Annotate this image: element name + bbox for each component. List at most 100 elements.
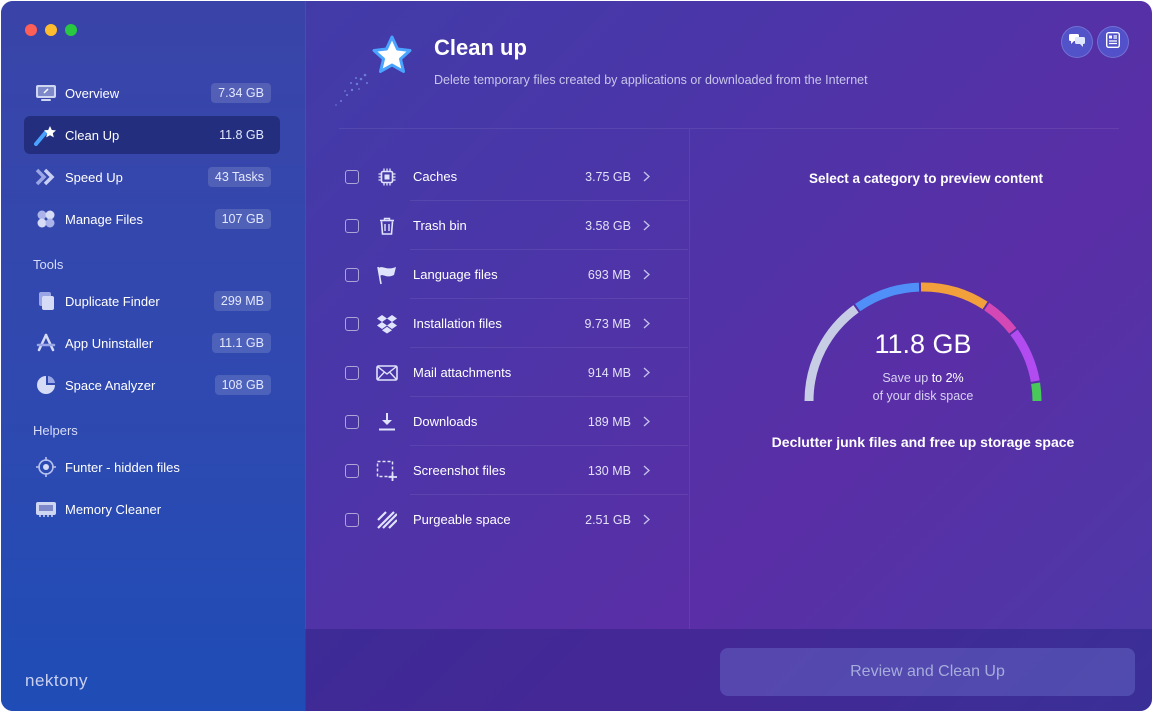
category-row-installation-files[interactable]: Installation files 9.73 MB bbox=[338, 299, 688, 348]
sidebar-item-space-analyzer[interactable]: Space Analyzer 108 GB bbox=[24, 366, 280, 404]
app-window: Overview 7.34 GB Clean Up 11.8 GB Speed … bbox=[1, 1, 1152, 711]
header-star-icon bbox=[321, 31, 421, 111]
sidebar-item-duplicate-finder[interactable]: Duplicate Finder 299 MB bbox=[24, 282, 280, 320]
size-badge: 299 MB bbox=[213, 291, 271, 311]
category-size: 130 MB bbox=[587, 463, 631, 478]
sidebar-item-memory-cleaner[interactable]: Memory Cleaner bbox=[24, 490, 280, 528]
category-row-screenshot-files[interactable]: Screenshot files 130 MB bbox=[338, 446, 688, 495]
gauge-save-suffix: of your disk space bbox=[872, 389, 974, 403]
category-size: 9.73 MB bbox=[584, 316, 631, 331]
category-label: Installation files bbox=[413, 316, 502, 331]
sidebar-item-label: Speed Up bbox=[65, 169, 123, 185]
sidebar-item-manage-files[interactable]: Manage Files 107 GB bbox=[24, 200, 280, 238]
chevron-right-icon[interactable] bbox=[643, 514, 653, 525]
zoom-window-button[interactable] bbox=[65, 24, 77, 36]
funter-icon bbox=[33, 456, 59, 478]
sidebar-item-label: App Uninstaller bbox=[65, 335, 154, 351]
chevron-right-icon[interactable] bbox=[643, 367, 653, 378]
category-label: Caches bbox=[413, 169, 458, 184]
chevron-right-icon[interactable] bbox=[643, 171, 653, 182]
gauge-total: 11.8 GB bbox=[874, 329, 972, 359]
category-label: Screenshot files bbox=[413, 463, 506, 478]
page-subtitle: Delete temporary files created by applic… bbox=[434, 73, 868, 87]
nektony-logo: nektony bbox=[25, 671, 89, 690]
category-size: 3.75 GB bbox=[585, 169, 631, 184]
support-chat-button[interactable] bbox=[1061, 26, 1093, 58]
category-row-mail-attachments[interactable]: Mail attachments 914 MB bbox=[338, 348, 688, 397]
gauge-segment bbox=[1031, 382, 1042, 402]
category-size: 914 MB bbox=[587, 365, 631, 380]
pie-chart-icon bbox=[33, 374, 59, 396]
tools-heading: Tools bbox=[33, 257, 64, 272]
save-amount: to 2% bbox=[931, 371, 964, 385]
review-and-clean-up-button[interactable]: Review and Clean Up bbox=[720, 648, 1135, 696]
category-label: Language files bbox=[413, 267, 498, 282]
category-size: 3.58 GB bbox=[585, 218, 631, 233]
size-badge: 7.34 GB bbox=[211, 83, 271, 103]
category-row-caches[interactable]: Caches 3.75 GB bbox=[338, 152, 688, 201]
declutter-caption: Declutter junk files and free up storage… bbox=[771, 434, 1075, 450]
screenshot-icon bbox=[375, 459, 399, 483]
sidebar-item-label: Funter - hidden files bbox=[65, 459, 180, 475]
sidebar-item-label: Manage Files bbox=[65, 211, 144, 227]
category-row-language-files[interactable]: Language files 693 MB bbox=[338, 250, 688, 299]
sidebar-item-overview[interactable]: Overview 7.34 GB bbox=[24, 74, 280, 112]
category-row-purgeable-space[interactable]: Purgeable space 2.51 GB bbox=[338, 495, 688, 544]
news-button[interactable] bbox=[1097, 26, 1129, 58]
double-chevron-icon bbox=[33, 166, 59, 188]
size-badge: 11.1 GB bbox=[212, 333, 271, 353]
category-label: Mail attachments bbox=[413, 365, 512, 380]
preview-title: Select a category to preview content bbox=[808, 171, 1044, 186]
category-label: Trash bin bbox=[413, 218, 467, 233]
hexagons-icon bbox=[33, 208, 59, 230]
chevron-right-icon[interactable] bbox=[643, 416, 653, 427]
chip-icon bbox=[375, 165, 399, 189]
sidebar-item-label: Memory Cleaner bbox=[65, 501, 162, 517]
category-row-downloads[interactable]: Downloads 189 MB bbox=[338, 397, 688, 446]
sidebar-item-funter[interactable]: Funter - hidden files bbox=[24, 448, 280, 486]
gauge-segment bbox=[984, 302, 1017, 334]
panel-divider bbox=[689, 129, 690, 629]
chevron-right-icon[interactable] bbox=[643, 318, 653, 329]
sidebar-item-app-uninstaller[interactable]: App Uninstaller 11.1 GB bbox=[24, 324, 280, 362]
size-badge: 107 GB bbox=[214, 209, 271, 229]
caches-checkbox[interactable] bbox=[345, 169, 359, 184]
screenshot-files-checkbox[interactable] bbox=[345, 463, 359, 478]
size-badge: 108 GB bbox=[214, 375, 271, 395]
duplicate-files-icon bbox=[33, 290, 59, 312]
chevron-right-icon[interactable] bbox=[643, 269, 653, 280]
app-store-icon bbox=[33, 332, 59, 354]
purgeable-space-checkbox[interactable] bbox=[345, 512, 359, 527]
shooting-star-icon bbox=[33, 124, 59, 146]
trash-icon bbox=[375, 214, 399, 238]
category-label: Purgeable space bbox=[413, 512, 511, 527]
sidebar-item-clean-up[interactable]: Clean Up 11.8 GB bbox=[24, 116, 280, 154]
mail-attachments-checkbox[interactable] bbox=[345, 365, 359, 380]
category-row-trash-bin[interactable]: Trash bin 3.58 GB bbox=[338, 201, 688, 250]
downloads-checkbox[interactable] bbox=[345, 414, 359, 429]
sidebar-item-speed-up[interactable]: Speed Up 43 Tasks bbox=[24, 158, 280, 196]
gauge-segment bbox=[920, 282, 988, 310]
language-files-checkbox[interactable] bbox=[345, 267, 359, 282]
chevron-right-icon[interactable] bbox=[643, 220, 653, 231]
installation-files-checkbox[interactable] bbox=[345, 316, 359, 331]
category-size: 693 MB bbox=[587, 267, 631, 282]
header-divider bbox=[339, 128, 1119, 129]
mail-icon bbox=[375, 361, 399, 385]
size-badge: 11.8 GB bbox=[219, 128, 264, 142]
stripes-icon bbox=[375, 508, 399, 532]
flag-icon bbox=[375, 263, 399, 287]
gauge-segment bbox=[855, 282, 920, 312]
memory-chip-icon bbox=[33, 498, 59, 520]
minimize-window-button[interactable] bbox=[45, 24, 57, 36]
category-size: 189 MB bbox=[587, 414, 631, 429]
sidebar-item-label: Clean Up bbox=[65, 127, 120, 143]
tasks-badge: 43 Tasks bbox=[207, 167, 271, 187]
sidebar-item-label: Duplicate Finder bbox=[65, 293, 160, 309]
close-window-button[interactable] bbox=[25, 24, 37, 36]
sidebar: Overview 7.34 GB Clean Up 11.8 GB Speed … bbox=[1, 1, 306, 711]
trash-bin-checkbox[interactable] bbox=[345, 218, 359, 233]
dropbox-icon bbox=[375, 312, 399, 336]
category-label: Downloads bbox=[413, 414, 478, 429]
chevron-right-icon[interactable] bbox=[643, 465, 653, 476]
